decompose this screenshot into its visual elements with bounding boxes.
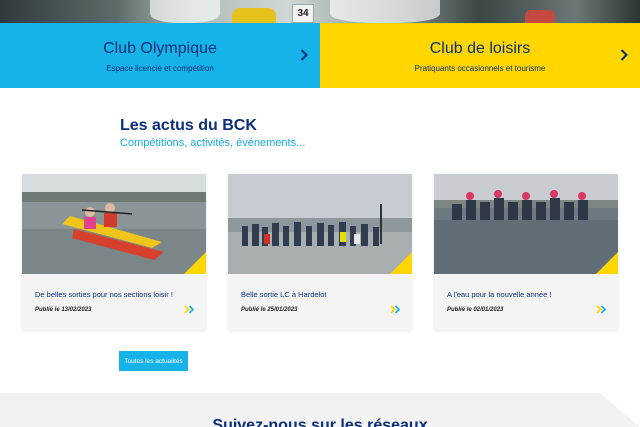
club-olympique-banner[interactable]: Club Olympique Espace licencié et compét… xyxy=(0,23,320,88)
news-section-title: Les actus du BCK xyxy=(120,117,257,134)
hero-photo: 34 xyxy=(0,0,640,23)
card-corner-accent xyxy=(184,252,206,274)
club-olympique-title: Club Olympique xyxy=(103,40,217,57)
news-card-date: Publié le 02/01/2023 xyxy=(447,307,504,313)
chevron-right-icon xyxy=(300,49,308,61)
news-card-headline[interactable]: A l'eau pour la nouvelle année ! xyxy=(447,290,551,299)
news-card-headline[interactable]: Belle sortie LC à Hardelot xyxy=(241,290,326,299)
news-card-date: Publié le 25/01/2023 xyxy=(241,307,298,313)
club-loisirs-banner[interactable]: Club de loisirs Pratiquants occasionnels… xyxy=(320,23,640,88)
double-chevron-right-icon[interactable] xyxy=(596,305,608,314)
news-card[interactable]: De belles sorties pour nos sections lois… xyxy=(22,174,206,330)
kayak-yellow xyxy=(232,8,276,23)
news-photo xyxy=(22,174,206,274)
race-bib: 34 xyxy=(292,4,314,23)
social-section-title: Suivez-nous sur les réseaux xyxy=(212,417,428,427)
water-spray xyxy=(330,0,440,23)
double-chevron-right-icon[interactable] xyxy=(390,305,402,314)
club-loisirs-subtitle: Pratiquants occasionnels et tourisme xyxy=(414,64,546,73)
all-news-button[interactable]: Toutes les actualités xyxy=(119,351,188,371)
chevron-right-icon xyxy=(620,49,628,61)
news-card[interactable]: Belle sortie LC à Hardelot Publié le 25/… xyxy=(228,174,412,330)
club-olympique-subtitle: Espace licencié et compétition xyxy=(106,64,214,73)
double-chevron-right-icon[interactable] xyxy=(184,305,196,314)
news-card-headline[interactable]: De belles sorties pour nos sections lois… xyxy=(35,290,173,299)
news-card[interactable]: A l'eau pour la nouvelle année ! Publié … xyxy=(434,174,618,330)
club-loisirs-title: Club de loisirs xyxy=(429,40,531,57)
news-photo xyxy=(228,174,412,274)
news-card-date: Publié le 13/02/2023 xyxy=(35,307,92,313)
card-corner-accent xyxy=(596,252,618,274)
social-section: Suivez-nous sur les réseaux xyxy=(0,393,640,427)
kayak-red xyxy=(525,10,555,23)
news-photo xyxy=(434,174,618,274)
water-spray xyxy=(150,0,220,23)
card-corner-accent xyxy=(390,252,412,274)
news-section-subtitle: Compétitions, activités, événements... xyxy=(120,137,306,149)
